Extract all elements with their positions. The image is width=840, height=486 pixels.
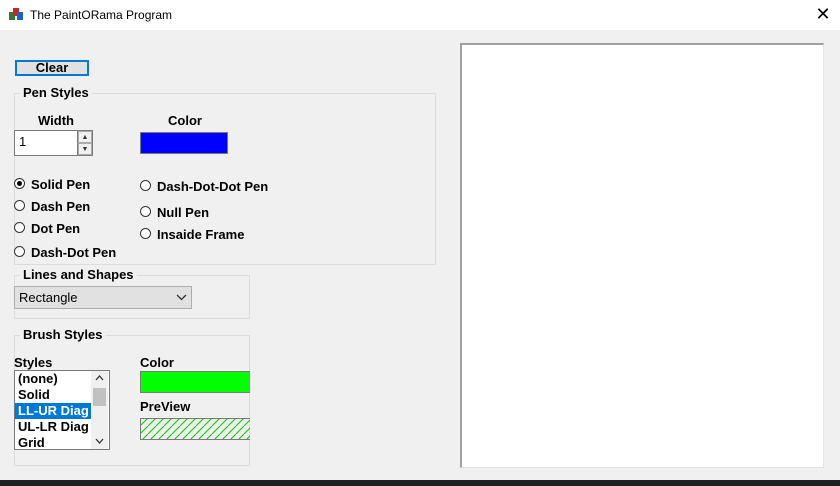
radio-label: Insaide Frame xyxy=(157,227,245,242)
chevron-up-icon[interactable] xyxy=(95,375,104,381)
width-input[interactable]: 1 xyxy=(14,130,78,156)
shape-dropdown[interactable]: Rectangle xyxy=(14,286,192,309)
width-spinner: ▲ ▼ xyxy=(77,130,93,156)
width-label: Width xyxy=(38,113,74,128)
radio-button[interactable] xyxy=(14,200,25,211)
taskbar-strip xyxy=(0,480,840,486)
chevron-down-icon[interactable] xyxy=(95,438,104,444)
lines-shapes-title: Lines and Shapes xyxy=(20,267,137,282)
clear-button[interactable]: Clear xyxy=(15,60,89,76)
pen-color-label: Color xyxy=(168,113,202,128)
close-icon[interactable]: ✕ xyxy=(810,4,836,26)
list-item-selected[interactable]: LL-UR Diag xyxy=(15,403,94,419)
radio-button[interactable] xyxy=(14,246,25,257)
radio-label: Null Pen xyxy=(157,205,210,220)
pen-color-swatch[interactable] xyxy=(140,132,228,154)
drawing-canvas[interactable] xyxy=(460,43,824,468)
scroll-thumb[interactable] xyxy=(93,388,106,406)
radio-label: Dash-Dot Pen xyxy=(31,245,117,260)
brush-styles-title: Brush Styles xyxy=(20,327,106,342)
radio-selected-dot xyxy=(17,181,22,186)
radio-label: Dash Pen xyxy=(31,199,91,214)
list-scrollbar[interactable] xyxy=(91,371,108,449)
radio-button[interactable] xyxy=(14,178,25,189)
up-arrow-icon[interactable]: ▲ xyxy=(78,131,92,143)
styles-label: Styles xyxy=(14,355,53,370)
radio-button[interactable] xyxy=(140,180,151,191)
brush-preview xyxy=(140,418,250,440)
radio-label: Dot Pen xyxy=(31,221,81,236)
title-bar: The PaintORama Program ✕ xyxy=(0,0,840,30)
paint-app-icon xyxy=(9,8,23,20)
brush-color-label: Color xyxy=(140,355,174,370)
radio-button[interactable] xyxy=(14,222,25,233)
window-title: The PaintORama Program xyxy=(30,8,173,22)
radio-button[interactable] xyxy=(140,206,151,217)
chevron-down-icon[interactable] xyxy=(176,294,187,301)
radio-button[interactable] xyxy=(140,228,151,239)
radio-label: Solid Pen xyxy=(31,177,91,192)
preview-label: PreView xyxy=(140,399,191,414)
radio-label: Dash-Dot-Dot Pen xyxy=(157,179,269,194)
pen-styles-title: Pen Styles xyxy=(20,85,92,100)
brush-color-swatch[interactable] xyxy=(140,371,250,393)
down-arrow-icon[interactable]: ▼ xyxy=(78,143,92,155)
